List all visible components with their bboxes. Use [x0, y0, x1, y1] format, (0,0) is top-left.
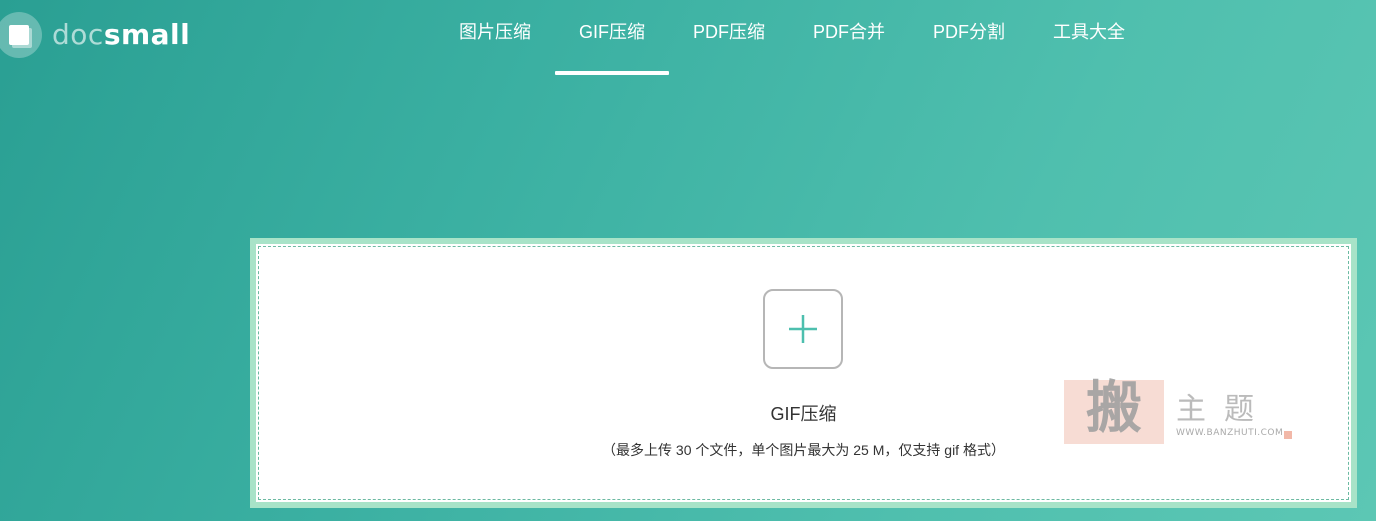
- watermark: 搬 主题 WWW.BANZHUTI.COM: [1064, 376, 1294, 448]
- plus-icon: [789, 315, 817, 343]
- nav-item-pdf-merge[interactable]: PDF合并: [789, 0, 909, 80]
- watermark-dot: [1284, 431, 1292, 439]
- nav-item-pdf-split[interactable]: PDF分割: [909, 0, 1029, 80]
- upload-dashed-border: [258, 246, 1349, 500]
- logo[interactable]: docsmall: [0, 10, 190, 60]
- watermark-name: 主题: [1176, 392, 1272, 427]
- nav-item-gif-compress[interactable]: GIF压缩: [555, 0, 669, 80]
- logo-text-small: small: [103, 18, 191, 51]
- logo-text-doc: doc: [52, 18, 104, 51]
- nav-item-all-tools[interactable]: 工具大全: [1029, 0, 1149, 80]
- watermark-url: WWW.BANZHUTI.COM: [1176, 428, 1284, 438]
- logo-text: docsmall: [52, 21, 190, 49]
- docsmall-logo-icon: [0, 12, 42, 58]
- nav-item-image-compress[interactable]: 图片压缩: [435, 0, 555, 80]
- upload-dropzone[interactable]: GIF压缩 （最多上传 30 个文件，单个图片最大为 25 M，仅支持 gif …: [250, 238, 1357, 508]
- nav-item-pdf-compress[interactable]: PDF压缩: [669, 0, 789, 80]
- header: docsmall 图片压缩 GIF压缩 PDF压缩 PDF合并 PDF分割 工具…: [0, 0, 1376, 80]
- watermark-seal-char: 搬: [1086, 375, 1142, 441]
- logo-square-shape: [9, 25, 29, 45]
- add-file-button[interactable]: [763, 289, 843, 369]
- main-nav: 图片压缩 GIF压缩 PDF压缩 PDF合并 PDF分割 工具大全: [435, 0, 1149, 80]
